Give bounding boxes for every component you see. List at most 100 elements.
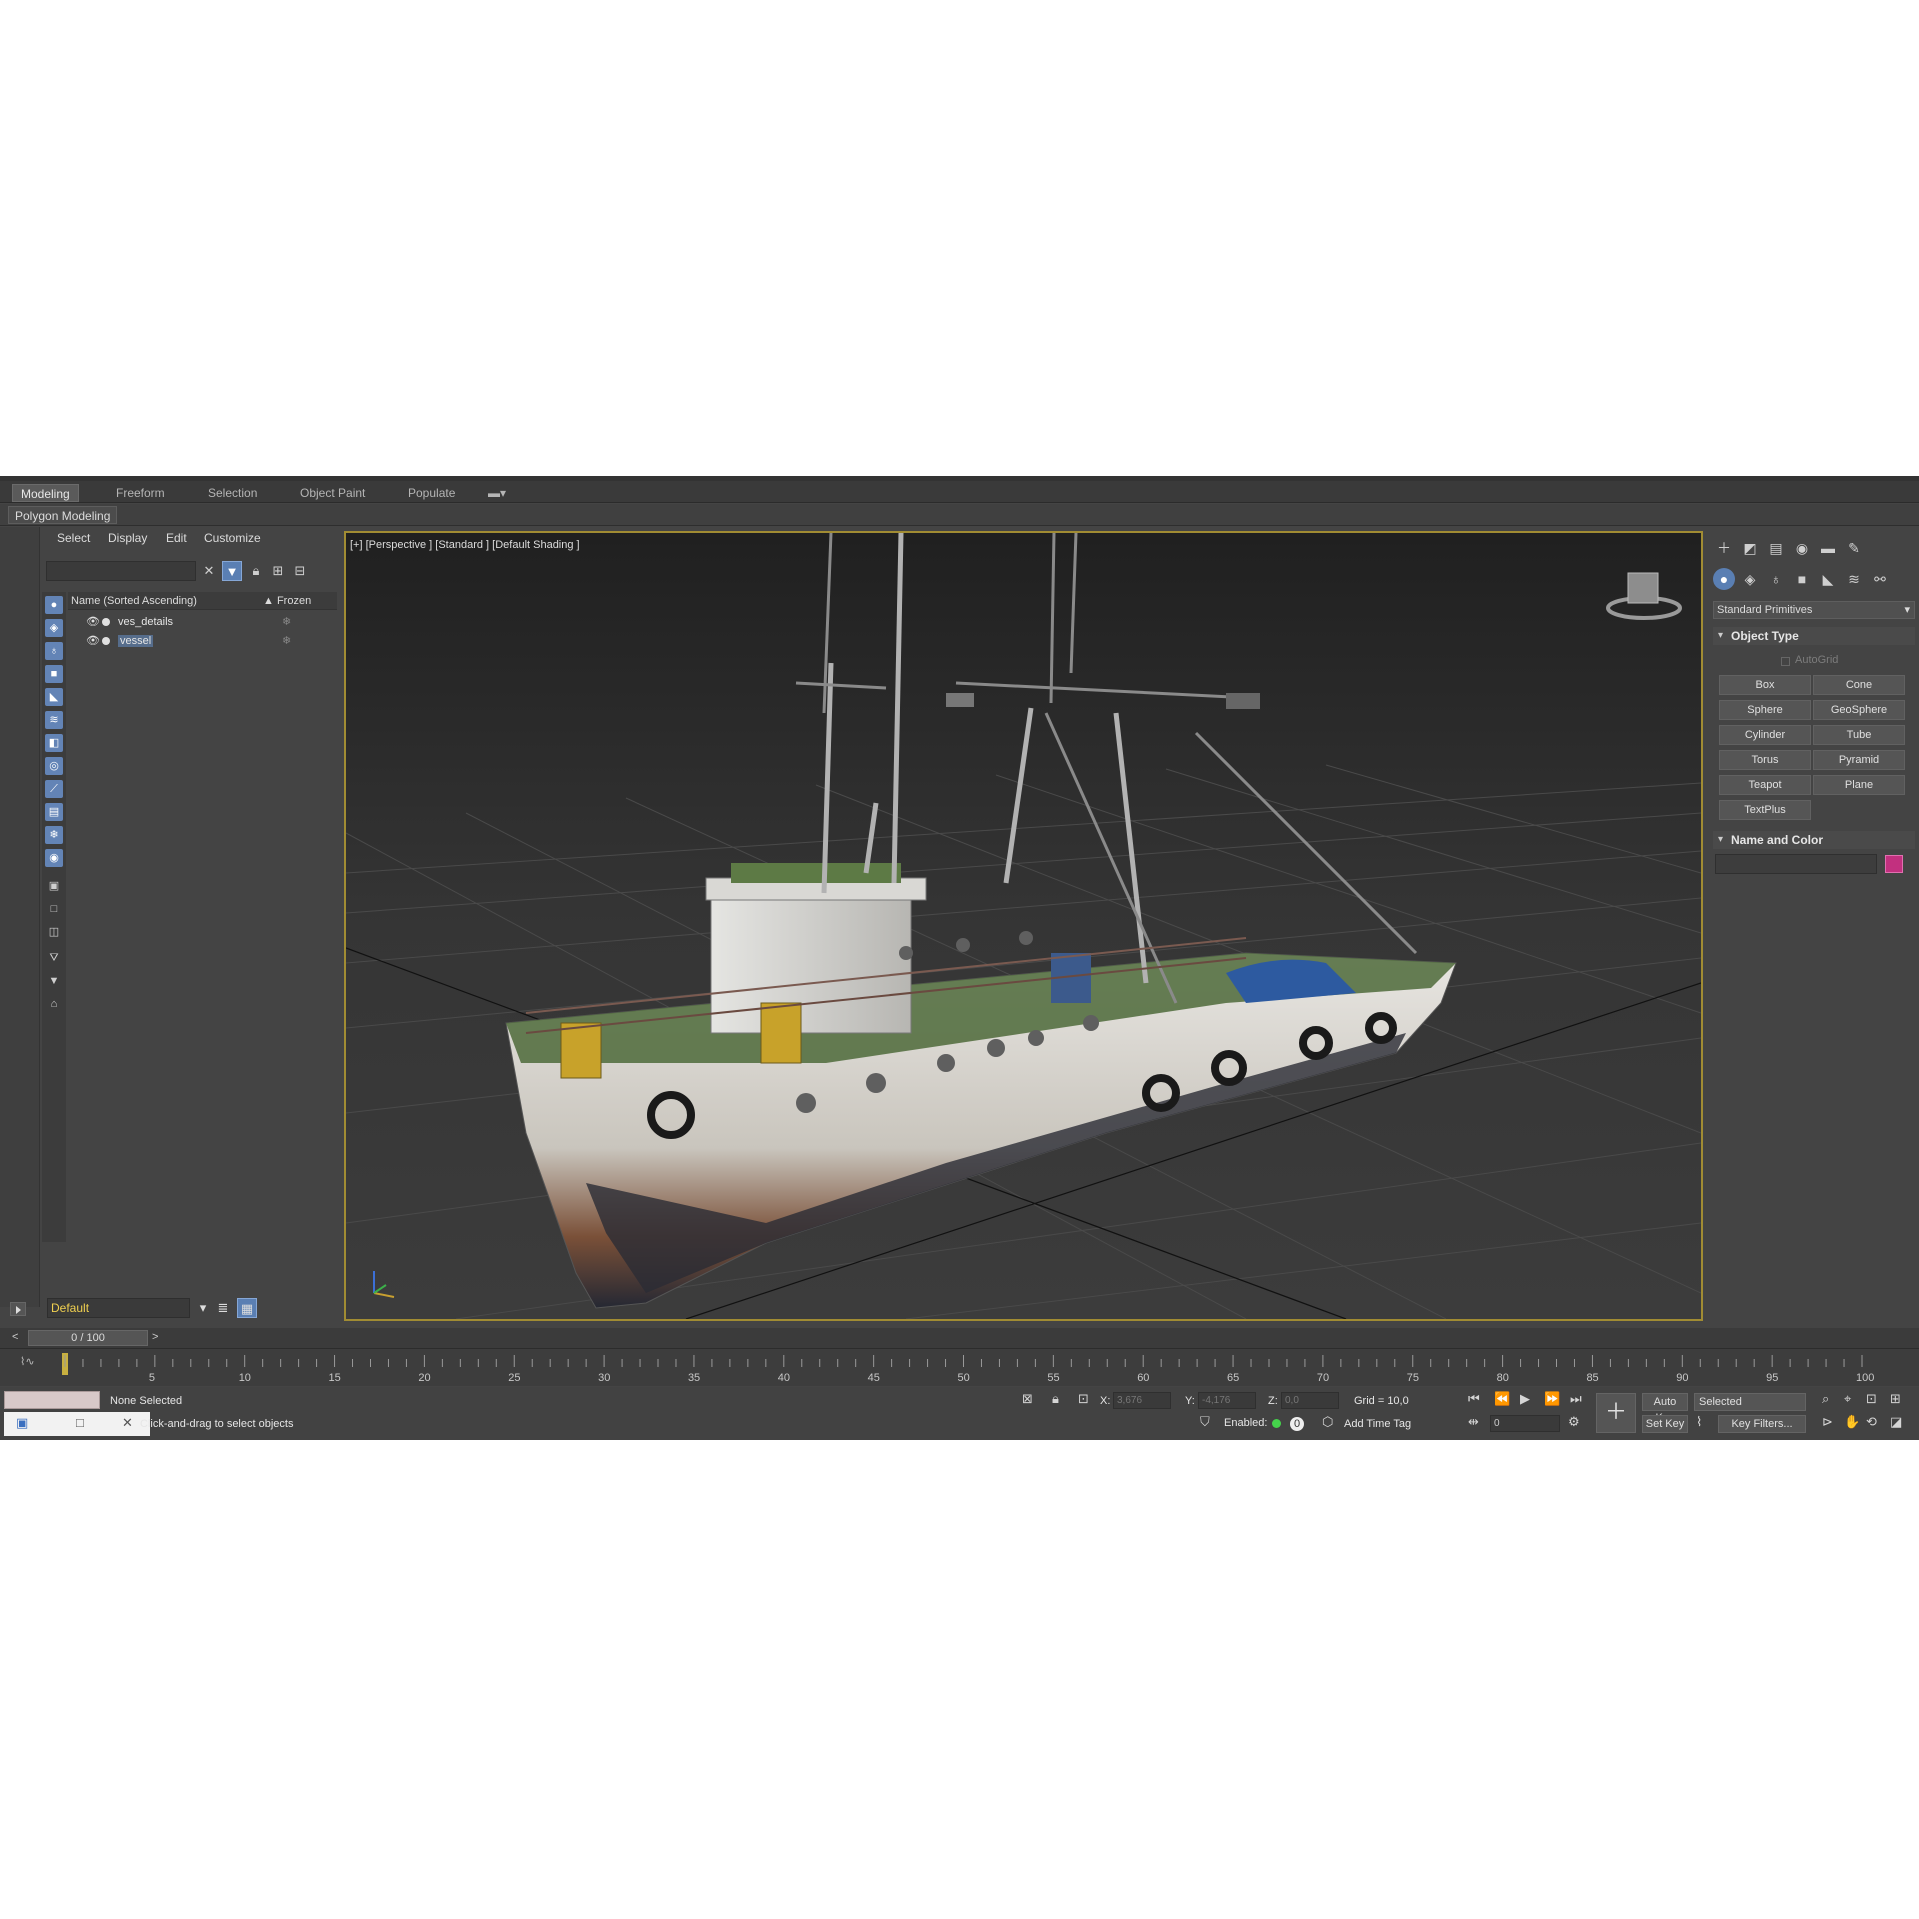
polygon-modeling-label[interactable]: Polygon Modeling (8, 506, 118, 524)
frozen-snowflake-icon[interactable]: ❄ (282, 615, 291, 628)
tab-object-paint[interactable]: Object Paint (292, 484, 373, 502)
auto-key-button[interactable]: Auto Key (1642, 1393, 1688, 1424)
time-prev-icon[interactable]: < (12, 1331, 18, 1343)
column-name[interactable]: Name (Sorted Ascending) (71, 595, 197, 607)
enabled-count-badge[interactable]: 0 (1290, 1417, 1304, 1431)
go-to-end-icon[interactable]: ⏭ (1570, 1391, 1582, 1407)
hierarchy-icon[interactable]: ⊞ (268, 561, 288, 581)
tree-row[interactable]: 👁︎ vessel ❄ (68, 632, 337, 650)
xrefs-filter-icon[interactable]: ◎ (45, 757, 63, 775)
lights-filter-icon[interactable]: ♁ (45, 642, 63, 660)
key-tangent-icon[interactable]: ⌇ (1696, 1414, 1702, 1430)
cone-button[interactable]: Cone (1813, 675, 1905, 695)
name-and-color-rollout[interactable]: Name and Color (1713, 831, 1915, 849)
orbit-icon[interactable]: ⟲ (1866, 1414, 1877, 1430)
current-frame-field[interactable]: 0 (1490, 1415, 1560, 1432)
close-icon[interactable]: ✕ (122, 1415, 133, 1431)
tab-modeling[interactable]: Modeling (12, 484, 79, 502)
tube-button[interactable]: Tube (1813, 725, 1905, 745)
z-coordinate-field[interactable]: 0,0 (1281, 1392, 1339, 1409)
systems-icon[interactable]: ⚯ (1869, 568, 1891, 590)
clear-search-icon[interactable]: ✕ (199, 561, 219, 581)
hierarchy-tab-icon[interactable]: ▤ (1765, 537, 1787, 559)
frozen-filter-icon[interactable]: ❄ (45, 826, 63, 844)
add-time-tag-button[interactable]: Add Time Tag (1344, 1418, 1411, 1430)
cameras-icon[interactable]: ■ (1791, 568, 1813, 590)
track-bar[interactable]: ⌇∿ 5 10 15 20 25 30 35 40 45 50 55 60 65 70 75 80 85 90 95… (0, 1348, 1919, 1386)
geosphere-button[interactable]: GeoSphere (1813, 700, 1905, 720)
object-name[interactable]: vessel (118, 635, 154, 647)
geometry-icon[interactable]: ● (1713, 568, 1735, 590)
containers-filter-icon[interactable]: ▤ (45, 803, 63, 821)
autogrid-checkbox[interactable] (1781, 657, 1790, 666)
next-frame-icon[interactable]: ⏩ (1544, 1391, 1560, 1407)
funnel-clear-icon[interactable]: ⛛ (45, 949, 63, 967)
tab-selection[interactable]: Selection (200, 484, 265, 502)
cylinder-button[interactable]: Cylinder (1719, 725, 1811, 745)
utilities-tab-icon[interactable]: ✎ (1843, 537, 1865, 559)
selection-set-icon[interactable]: ⌂ (45, 995, 63, 1013)
layer-dropdown-arrow-icon[interactable]: ▾ (193, 1298, 213, 1318)
previous-frame-icon[interactable]: ⏪ (1494, 1391, 1510, 1407)
tab-populate[interactable]: Populate (400, 484, 463, 502)
plane-button[interactable]: Plane (1813, 775, 1905, 795)
groups-filter-icon[interactable]: ◧ (45, 734, 63, 752)
zoom-all-icon[interactable]: ⌖ (1844, 1391, 1851, 1407)
visibility-eye-icon[interactable]: 👁︎ (86, 615, 100, 628)
x-coordinate-field[interactable]: 3,676 (1113, 1392, 1171, 1409)
y-coordinate-field[interactable]: -4,176 (1198, 1392, 1256, 1409)
perspective-viewport[interactable]: [+] [Perspective ] [Standard ] [Default … (344, 531, 1703, 1321)
time-tag-icon[interactable]: ⬡ (1322, 1414, 1333, 1430)
ribbon-options-icon[interactable]: ▬▾ (480, 484, 514, 502)
absolute-mode-icon[interactable]: ⊡ (1078, 1391, 1089, 1407)
layer-hierarchy-icon[interactable]: ⊟ (290, 561, 310, 581)
create-tab-plus-icon[interactable]: ＋ (1713, 537, 1735, 559)
explorer-search-input[interactable] (46, 561, 196, 581)
time-slider[interactable]: 0 / 100 (28, 1330, 148, 1346)
key-mode-dropdown[interactable]: Selected (1694, 1393, 1806, 1411)
layers-icon[interactable]: ≣ (213, 1298, 233, 1318)
shapes-icon[interactable]: ◈ (1739, 568, 1761, 590)
object-color-swatch[interactable] (1885, 855, 1903, 873)
primitive-type-dropdown[interactable]: Standard Primitives (1713, 601, 1915, 619)
zoom-icon[interactable]: ⌕ (1822, 1391, 1829, 1407)
teapot-button[interactable]: Teapot (1719, 775, 1811, 795)
viewport-label[interactable]: [+] [Perspective ] [Standard ] [Default … (350, 539, 580, 551)
play-icon[interactable]: ▶ (1520, 1391, 1530, 1407)
display-all-icon[interactable]: ▣ (45, 877, 63, 895)
object-name[interactable]: ves_details (118, 616, 173, 628)
time-config-icon[interactable]: ⚙ (1568, 1414, 1580, 1430)
object-type-rollout[interactable]: Object Type (1713, 627, 1915, 645)
cameras-filter-icon[interactable]: ■ (45, 665, 63, 683)
layer-dropdown[interactable]: Default (47, 1298, 190, 1318)
render-dot-icon[interactable] (102, 618, 110, 626)
helpers-filter-icon[interactable]: ◣ (45, 688, 63, 706)
pan-hand-icon[interactable]: ✋ (1844, 1414, 1860, 1430)
tab-freeform[interactable]: Freeform (108, 484, 173, 502)
go-to-start-icon[interactable]: ⏮ (1468, 1391, 1480, 1407)
motion-tab-icon[interactable]: ◉ (1791, 537, 1813, 559)
render-dot-icon[interactable] (102, 637, 110, 645)
selection-lock-icon[interactable]: 🔒︎ (1052, 1391, 1059, 1407)
helpers-icon[interactable]: ◣ (1817, 568, 1839, 590)
lock-icon[interactable]: 🔒︎ (246, 561, 266, 581)
object-name-input[interactable] (1715, 854, 1877, 874)
curve-editor-icon[interactable]: ⌇∿ (20, 1356, 35, 1368)
visibility-eye-icon[interactable]: 👁︎ (86, 634, 100, 647)
menu-select[interactable]: Select (57, 531, 90, 545)
spacewarps-filter-icon[interactable]: ≋ (45, 711, 63, 729)
menu-customize[interactable]: Customize (204, 531, 261, 545)
set-key-plus-icon[interactable]: ＋ (1596, 1393, 1636, 1433)
geometry-filter-icon[interactable]: ● (45, 596, 63, 614)
menu-display[interactable]: Display (108, 531, 147, 545)
time-next-icon[interactable]: > (152, 1331, 158, 1343)
filter-icon[interactable]: ▼ (222, 561, 242, 581)
hidden-filter-icon[interactable]: ◉ (45, 849, 63, 867)
textplus-button[interactable]: TextPlus (1719, 800, 1811, 820)
funnel-icon[interactable]: ▼ (45, 972, 63, 990)
box-button[interactable]: Box (1719, 675, 1811, 695)
modify-tab-icon[interactable]: ◩ (1739, 537, 1761, 559)
spacewarps-icon[interactable]: ≋ (1843, 568, 1865, 590)
set-key-button[interactable]: Set Key (1642, 1415, 1688, 1433)
display-tab-icon[interactable]: ▬ (1817, 537, 1839, 559)
